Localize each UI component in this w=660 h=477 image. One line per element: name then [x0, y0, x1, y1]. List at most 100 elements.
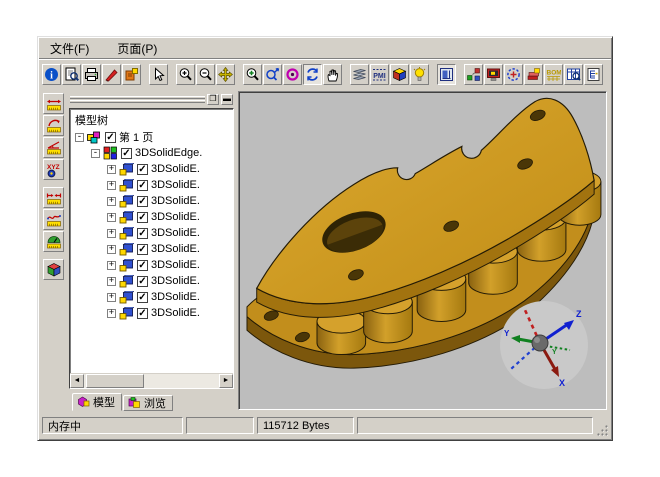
print-preview-icon — [64, 67, 79, 82]
expand-icon[interactable]: + — [107, 293, 116, 302]
visibility-checkbox[interactable] — [137, 180, 148, 191]
expand-icon[interactable]: + — [107, 165, 116, 174]
measure-distance-between-icon — [46, 190, 62, 206]
scroll-left-arrow-icon[interactable]: ◄ — [70, 374, 84, 388]
zoom-out-button[interactable] — [196, 64, 215, 85]
markup-button[interactable] — [102, 64, 121, 85]
collapse-icon[interactable]: - — [75, 133, 84, 142]
measure-gauge-button[interactable] — [43, 231, 64, 252]
tree-horizontal-scrollbar[interactable]: ◄ ► — [70, 373, 233, 388]
visibility-checkbox[interactable] — [137, 196, 148, 207]
layers-button[interactable] — [350, 64, 369, 85]
pane-restore-button[interactable]: ❐ — [207, 94, 219, 105]
rotate-animation-button[interactable] — [504, 64, 523, 85]
tree-item-part[interactable]: + 3DSolidE. — [70, 177, 233, 193]
materials-button[interactable] — [524, 64, 543, 85]
scroll-right-arrow-icon[interactable]: ► — [219, 374, 233, 388]
spin-button[interactable] — [303, 64, 322, 85]
visibility-checkbox[interactable] — [137, 164, 148, 175]
measure-coordinate-button[interactable]: XYZ — [43, 159, 64, 180]
hand-pan-button[interactable] — [323, 64, 342, 85]
measure-volume-button[interactable] — [43, 259, 64, 280]
tree-item-part[interactable]: + 3DSolidE. — [70, 225, 233, 241]
collapse-icon[interactable]: - — [91, 149, 100, 158]
expand-icon[interactable]: + — [107, 181, 116, 190]
measure-curve-length-icon — [46, 212, 62, 228]
tree-item-part[interactable]: + 3DSolidE. — [70, 289, 233, 305]
info-icon: i — [44, 67, 59, 82]
tab-browse[interactable]: 浏览 — [123, 395, 173, 411]
measure-angle-button[interactable] — [43, 137, 64, 158]
zoom-window-icon — [245, 67, 260, 82]
expand-icon[interactable]: + — [107, 261, 116, 270]
status-bytes: 115712 Bytes — [257, 417, 354, 434]
tree-item-label: 3DSolidEdge. — [135, 147, 202, 159]
dock-gripper[interactable] — [70, 96, 205, 103]
select-button[interactable] — [149, 64, 168, 85]
render-mode-button[interactable] — [390, 64, 409, 85]
print-preview-button[interactable] — [62, 64, 81, 85]
measure-radius-button[interactable] — [43, 115, 64, 136]
visibility-checkbox[interactable] — [121, 148, 132, 159]
viewport-wrap: Y Z X Y — [236, 90, 611, 411]
measure-distance-button[interactable] — [43, 93, 64, 114]
visibility-checkbox[interactable] — [137, 308, 148, 319]
tree-item-part[interactable]: + 3DSolidE. — [70, 305, 233, 321]
tree-item-part[interactable]: + 3DSolidE. — [70, 209, 233, 225]
tree-item-label: 3DSolidE. — [151, 211, 200, 223]
lighting-button[interactable] — [410, 64, 429, 85]
dock-grip-strip[interactable]: ❐ ▬ — [70, 92, 233, 106]
tree-pane-tabs: 模型 浏览 — [69, 389, 234, 411]
part-node-icon — [119, 307, 134, 320]
pan-button[interactable] — [216, 64, 235, 85]
tree-item-part[interactable]: + 3DSolidE. — [70, 257, 233, 273]
visibility-checkbox[interactable] — [137, 244, 148, 255]
views-button[interactable] — [437, 64, 456, 85]
visibility-checkbox[interactable] — [137, 292, 148, 303]
visibility-checkbox[interactable] — [137, 212, 148, 223]
pmi-button[interactable]: PMI — [370, 64, 389, 85]
tab-model[interactable]: 模型 — [72, 393, 122, 411]
explode-button[interactable] — [464, 64, 483, 85]
resize-grip[interactable] — [596, 422, 609, 437]
expand-icon[interactable]: + — [107, 309, 116, 318]
tree-view-button[interactable] — [584, 64, 603, 85]
expand-icon[interactable]: + — [107, 197, 116, 206]
tree-item-part[interactable]: + 3DSolidE. — [70, 241, 233, 257]
expand-icon[interactable]: + — [107, 245, 116, 254]
expand-icon[interactable]: + — [107, 229, 116, 238]
tree-item-label: 3DSolidE. — [151, 179, 200, 191]
properties-table-button[interactable] — [564, 64, 583, 85]
visibility-checkbox[interactable] — [137, 276, 148, 287]
pane-hide-button[interactable]: ▬ — [221, 94, 233, 105]
tree-item-page[interactable]: - 第 1 页 — [70, 129, 233, 145]
visibility-checkbox[interactable] — [105, 132, 116, 143]
zoom-dynamic-button[interactable] — [263, 64, 282, 85]
menu-page[interactable]: 页面(P) — [114, 39, 160, 58]
menu-file[interactable]: 文件(F) — [47, 39, 92, 58]
layers-icon — [352, 67, 367, 82]
visibility-checkbox[interactable] — [137, 228, 148, 239]
bom-button[interactable]: BOM — [544, 64, 563, 85]
measure-curve-length-button[interactable] — [43, 209, 64, 230]
tree-item-part[interactable]: + 3DSolidE. — [70, 273, 233, 289]
expand-icon[interactable]: + — [107, 213, 116, 222]
rotate-animation-icon — [506, 67, 521, 82]
viewport-3d[interactable]: Y Z X Y — [238, 91, 607, 410]
orbit-icon — [285, 67, 300, 82]
print-button[interactable] — [82, 64, 101, 85]
info-button[interactable]: i — [42, 64, 61, 85]
expand-icon[interactable]: + — [107, 277, 116, 286]
zoom-window-button[interactable] — [243, 64, 262, 85]
tree-item-assembly[interactable]: - 3DSolidEdge. — [70, 145, 233, 161]
zoom-in-button[interactable] — [176, 64, 195, 85]
tree-item-part[interactable]: + 3DSolidE. — [70, 161, 233, 177]
orbit-button[interactable] — [283, 64, 302, 85]
visibility-checkbox[interactable] — [137, 260, 148, 271]
axis-trackball[interactable]: Y Z X Y — [496, 299, 592, 393]
tree-item-part[interactable]: + 3DSolidE. — [70, 193, 233, 209]
scrollbar-thumb[interactable] — [86, 374, 144, 388]
measure-distance-between-button[interactable] — [43, 187, 64, 208]
screen-cube-button[interactable] — [484, 64, 503, 85]
export-button[interactable] — [122, 64, 141, 85]
